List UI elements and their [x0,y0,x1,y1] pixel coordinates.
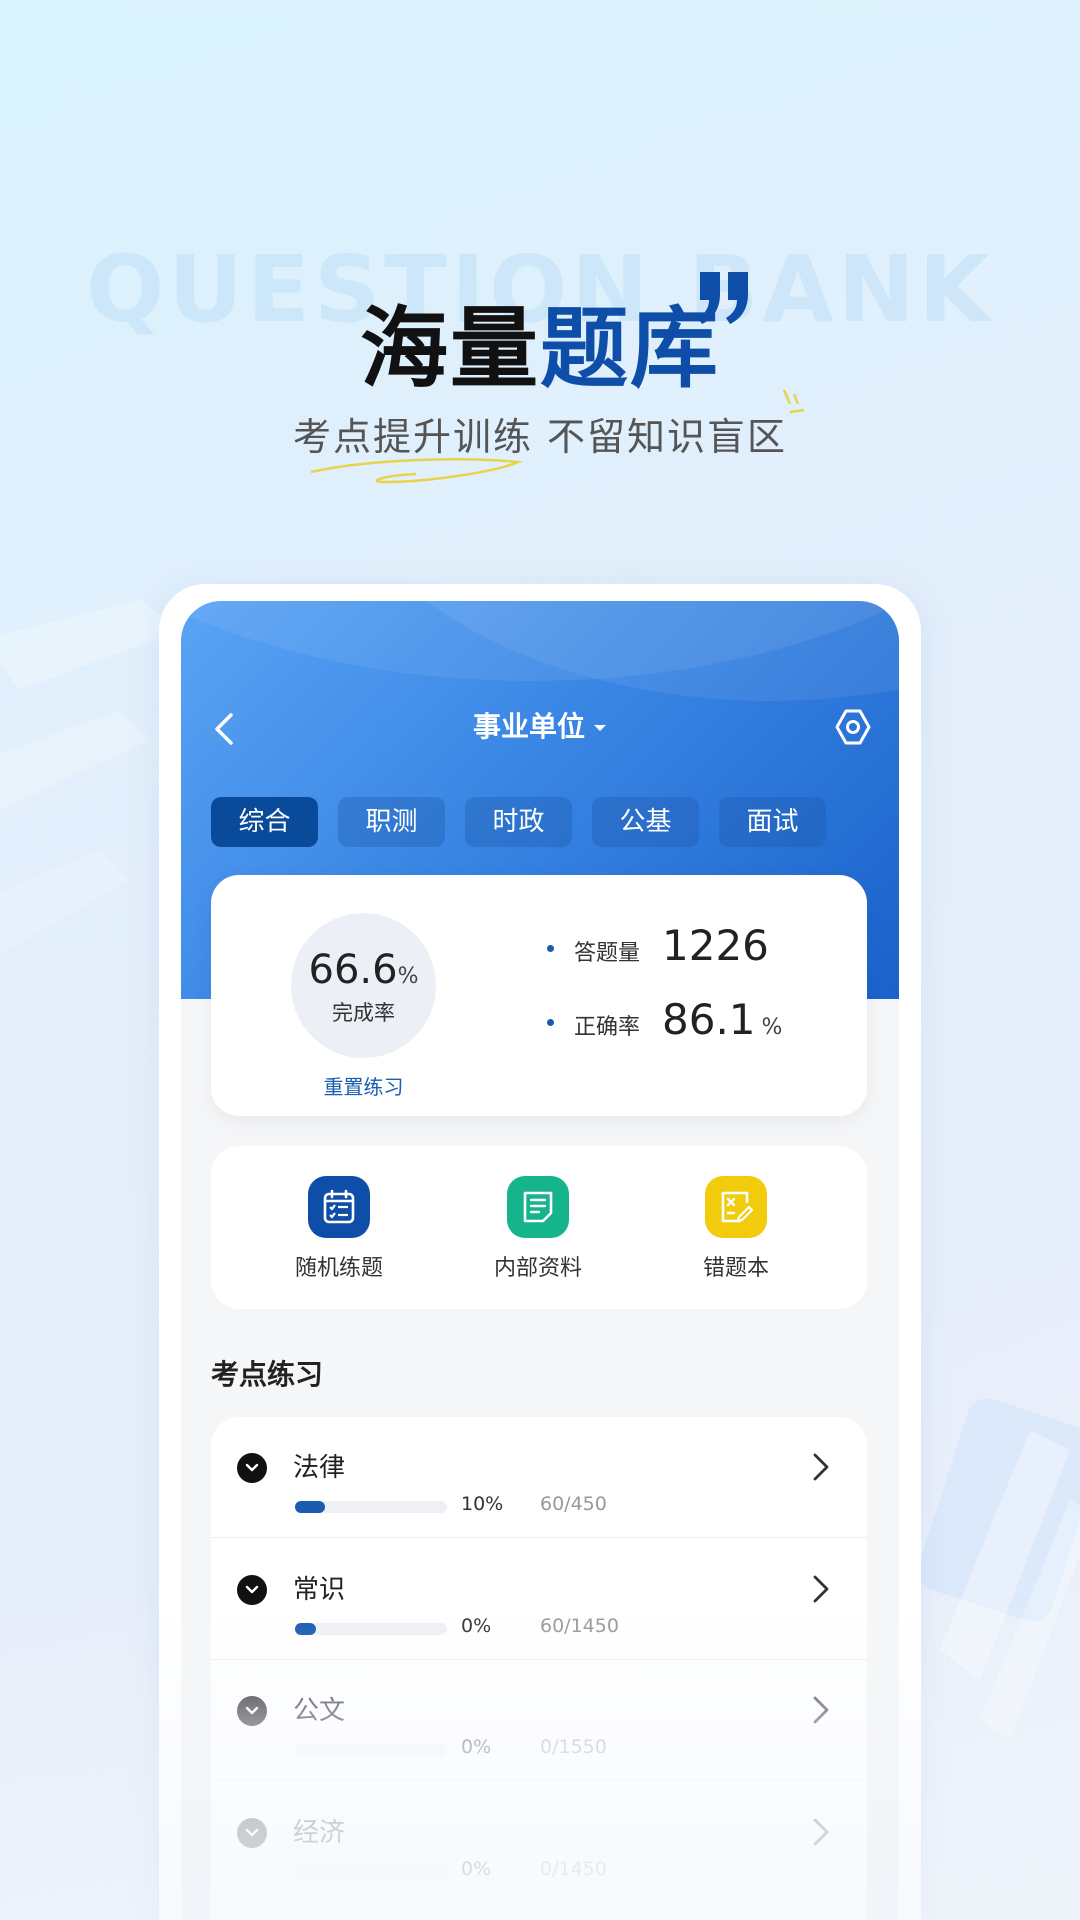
accuracy-unit: % [761,1015,783,1040]
tab-interview[interactable]: 面试 [719,797,826,847]
underline-swoosh-decoration [310,458,523,484]
topic-percent: 0% [461,1736,492,1758]
bullet-dot [547,1019,554,1026]
caret-down-icon [594,725,606,731]
document-icon [507,1176,569,1238]
reset-practice-link[interactable]: 重置练习 [291,1071,436,1100]
expand-chevron-icon[interactable] [237,1575,267,1605]
accuracy-row: 正确率 86.1 % [547,995,782,1044]
nav-title-dropdown[interactable]: 事业单位 [181,705,899,745]
hero-title-accent: 题库 [540,297,721,400]
topic-percent: 0% [461,1615,492,1637]
divider [211,1780,867,1781]
topic-list: 法律 10% 60/450 常识 0% 60/1450 公文 0% 0/1550 [211,1417,867,1920]
chevron-right-icon[interactable] [811,1694,831,1726]
completion-rate-value: 66.6% [291,947,436,993]
topic-title: 常识 [293,1575,346,1605]
topic-count: 0/1550 [540,1736,607,1758]
calendar-checklist-icon [308,1176,370,1238]
progress-bar [295,1623,447,1635]
topic-count: 0/1450 [540,1858,607,1880]
tab-comprehensive[interactable]: 综合 [211,797,318,847]
topic-title: 法律 [293,1453,346,1483]
chevron-right-icon[interactable] [811,1451,831,1483]
topic-item-common-sense[interactable]: 常识 0% 60/1450 [211,1539,867,1660]
wrong-questions-button[interactable]: 错题本 [656,1176,816,1282]
wrong-questions-label: 错题本 [702,1256,769,1281]
expand-chevron-icon[interactable] [237,1818,267,1848]
answered-count-value: 1226 [662,921,769,970]
tab-current-affairs[interactable]: 时政 [465,797,572,847]
hero-title-plain: 海量 [359,297,540,400]
random-practice-label: 随机练题 [294,1256,383,1281]
chevron-right-icon[interactable] [811,1573,831,1605]
progress-fill [295,1623,317,1635]
topic-percent: 0% [461,1858,492,1880]
app-screen: 事业单位 综合 职测 时政 公基 面试 66.6% 完成率 重置练习 答题量 1… [181,601,899,1920]
progress-bar [295,1501,447,1513]
divider [211,1537,867,1538]
background-left-decoration [0,600,180,955]
completion-rate-label: 完成率 [332,1001,395,1025]
answered-count-label: 答题量 [574,941,641,966]
sparkle-decoration [782,389,805,414]
accuracy-label: 正确率 [574,1015,641,1040]
background-right-decoration [920,1398,1080,1740]
internal-materials-label: 内部资料 [493,1256,582,1281]
section-title: 考点练习 [211,1358,324,1391]
completion-rate-circle: 66.6% 完成率 [291,913,436,1058]
hero-title: 海量题库 [0,278,1080,405]
tab-public-basics[interactable]: 公基 [592,797,699,847]
tab-aptitude[interactable]: 职测 [338,797,445,847]
stats-card: 66.6% 完成率 重置练习 答题量 1226 正确率 86.1 % [211,875,867,1116]
topic-item-official-docs[interactable]: 公文 0% 0/1550 [211,1660,867,1781]
topic-item-law[interactable]: 法律 10% 60/450 [211,1417,867,1538]
progress-bar [295,1866,447,1878]
accuracy-value: 86.1 [662,995,756,1044]
topic-count: 60/450 [540,1493,607,1515]
topic-item-economics[interactable]: 经济 0% 0/1450 [211,1782,867,1903]
nav-title-label: 事业单位 [472,710,585,743]
category-tabs: 综合 职测 时政 公基 面试 [211,797,826,847]
topic-title: 经济 [293,1818,346,1848]
random-practice-button[interactable]: 随机练题 [259,1176,419,1282]
topic-count: 60/1450 [540,1615,619,1637]
completion-rate-number: 66.6 [308,947,398,993]
bullet-dot [547,945,554,952]
internal-materials-button[interactable]: 内部资料 [458,1176,618,1282]
progress-bar [295,1744,447,1756]
answered-count-row: 答题量 1226 [547,921,769,970]
expand-chevron-icon[interactable] [237,1696,267,1726]
topic-percent: 10% [461,1493,504,1515]
progress-fill [295,1501,326,1513]
tools-card: 随机练题 内部资料 错题本 [211,1146,867,1309]
completion-rate-unit: % [397,964,419,989]
topic-title: 公文 [293,1696,346,1726]
expand-chevron-icon[interactable] [237,1453,267,1483]
settings-icon[interactable] [833,707,873,747]
hero-subtitle: 考点提升训练 不留知识盲区 [292,415,788,459]
chevron-right-icon[interactable] [811,1816,831,1848]
edit-note-icon [705,1176,767,1238]
quote-mark-icon [698,272,748,324]
